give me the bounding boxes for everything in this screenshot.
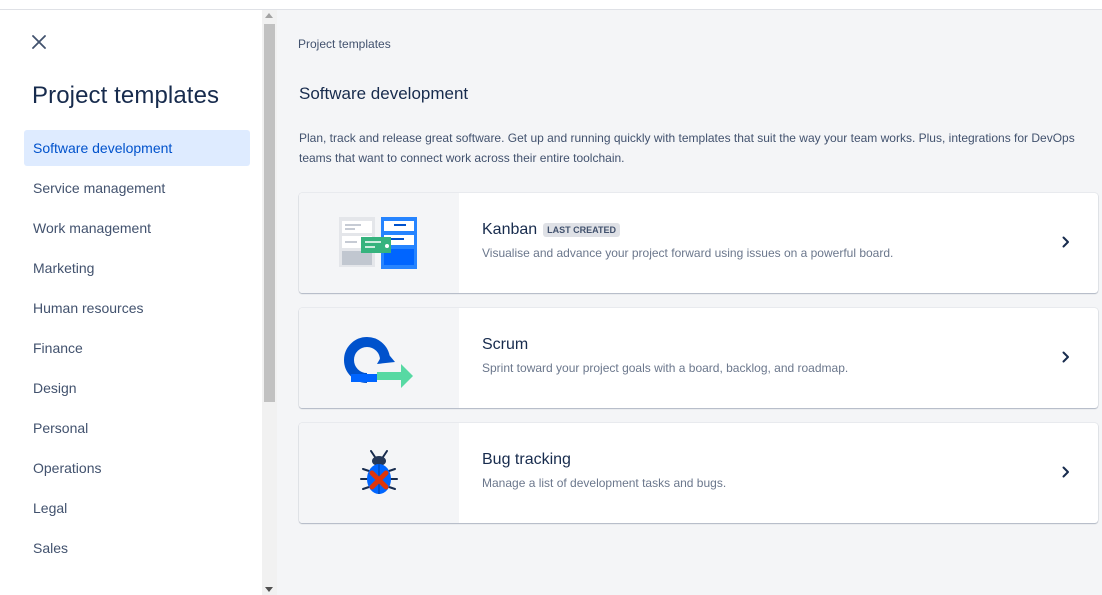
close-button[interactable]	[27, 30, 51, 54]
card-description: Visualise and advance your project forwa…	[482, 246, 894, 260]
main-content: Project templates Software development P…	[277, 10, 1102, 595]
sidebar-category-list: Software development Service management …	[24, 130, 250, 570]
breadcrumb[interactable]: Project templates	[298, 37, 391, 51]
template-card-bug-tracking[interactable]: Bug tracking Manage a list of developmen…	[299, 423, 1098, 523]
template-card-kanban[interactable]: Kanban LAST CREATED Visualise and advanc…	[299, 193, 1098, 293]
sidebar-item-personal[interactable]: Personal	[24, 410, 250, 446]
card-text: Kanban LAST CREATED Visualise and advanc…	[482, 221, 893, 260]
sidebar-scrollbar[interactable]	[262, 10, 277, 595]
card-title-row: Bug tracking	[482, 451, 726, 469]
kanban-illustration	[299, 193, 459, 293]
card-description: Sprint toward your project goals with a …	[482, 361, 849, 375]
sidebar: Project templates Software development S…	[0, 10, 262, 595]
sidebar-item-human-resources[interactable]: Human resources	[24, 290, 250, 326]
chevron-right-icon	[1062, 236, 1069, 248]
card-chevron	[1060, 235, 1072, 249]
sidebar-item-software-development[interactable]: Software development	[24, 130, 250, 166]
scroll-up-arrow[interactable]	[265, 13, 273, 18]
card-title: Scrum	[482, 336, 529, 353]
card-text: Bug tracking Manage a list of developmen…	[482, 451, 726, 490]
sidebar-item-design[interactable]: Design	[24, 370, 250, 406]
sidebar-title: Project templates	[32, 82, 220, 109]
last-created-badge: LAST CREATED	[543, 223, 621, 237]
sidebar-item-service-management[interactable]: Service management	[24, 170, 250, 206]
card-text: Scrum Sprint toward your project goals w…	[482, 336, 848, 375]
scrum-cycle-icon	[344, 337, 413, 388]
card-title: Bug tracking	[482, 451, 571, 468]
card-title: Kanban	[482, 221, 538, 238]
sidebar-item-sales[interactable]: Sales	[24, 530, 250, 566]
chevron-right-icon	[1062, 466, 1069, 478]
card-description: Manage a list of development tasks and b…	[482, 476, 727, 490]
scrum-illustration	[299, 308, 459, 408]
sidebar-item-work-management[interactable]: Work management	[24, 210, 250, 246]
section-title: Software development	[299, 84, 469, 103]
scrollbar-thumb[interactable]	[264, 24, 275, 402]
close-icon	[32, 35, 46, 49]
sidebar-item-operations[interactable]: Operations	[24, 450, 250, 486]
chevron-right-icon	[1062, 351, 1069, 363]
card-chevron	[1060, 350, 1072, 364]
card-chevron	[1060, 465, 1072, 479]
sidebar-item-marketing[interactable]: Marketing	[24, 250, 250, 286]
scroll-down-arrow[interactable]	[265, 587, 273, 592]
section-description: Plan, track and release great software. …	[299, 131, 1075, 165]
card-title-row: Scrum	[482, 336, 848, 354]
kanban-board-icon	[339, 217, 417, 269]
bug-icon	[360, 450, 398, 494]
bug-illustration	[299, 423, 459, 523]
card-title-row: Kanban LAST CREATED	[482, 221, 893, 239]
template-card-scrum[interactable]: Scrum Sprint toward your project goals w…	[299, 308, 1098, 408]
sidebar-item-legal[interactable]: Legal	[24, 490, 250, 526]
sidebar-item-finance[interactable]: Finance	[24, 330, 250, 366]
